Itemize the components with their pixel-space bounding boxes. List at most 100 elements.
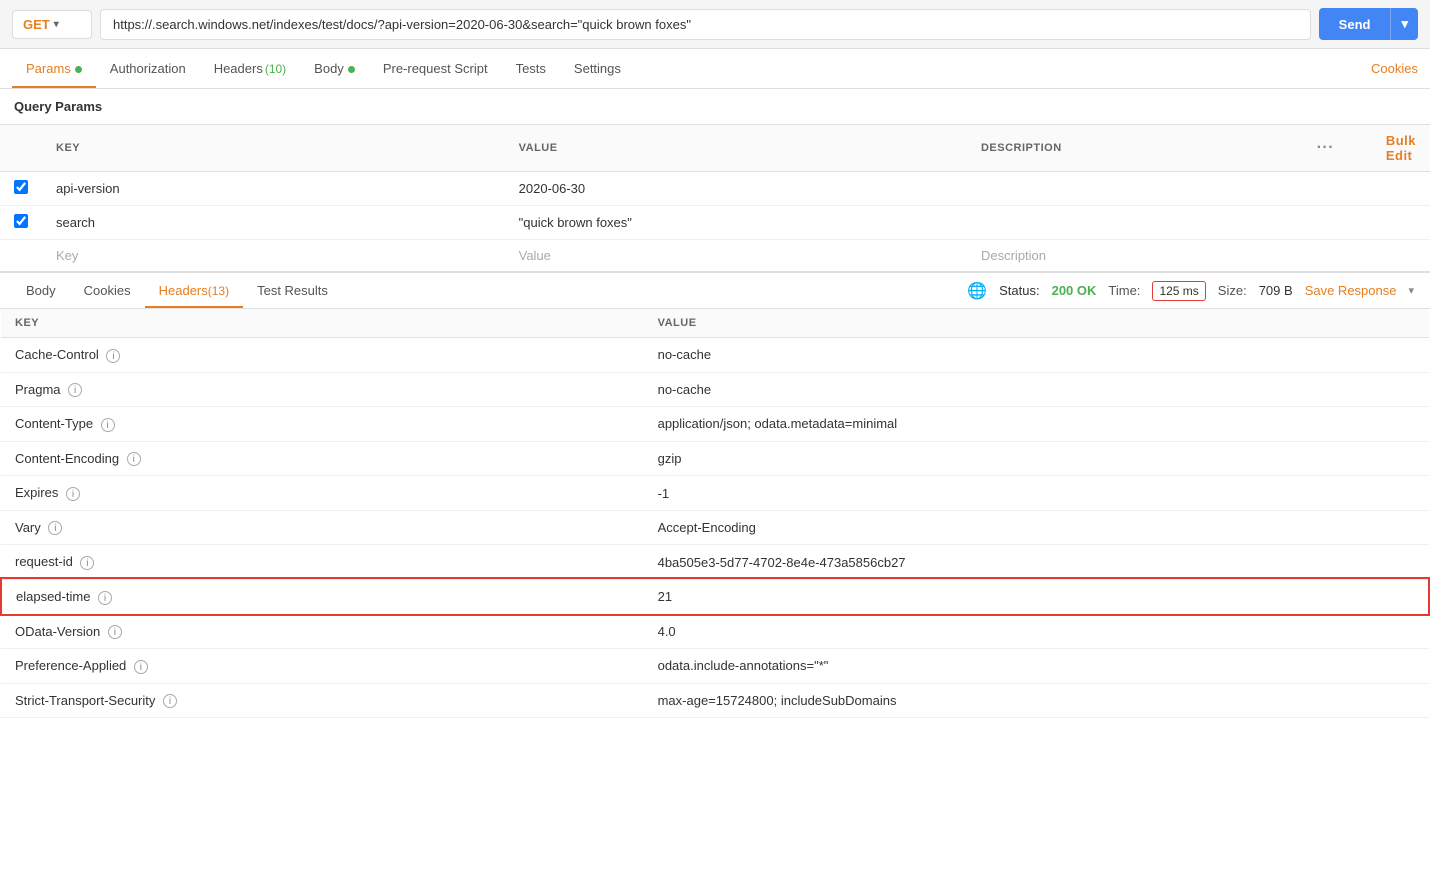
send-button[interactable]: Send ▾ <box>1319 8 1418 40</box>
header-key-4: Expires i <box>1 476 644 511</box>
status-label: Status: <box>999 283 1039 298</box>
param-desc-placeholder[interactable]: Description <box>967 240 1303 272</box>
info-icon-10[interactable]: i <box>163 694 177 708</box>
header-value-3: gzip <box>644 441 1429 476</box>
header-value-1: no-cache <box>644 372 1429 407</box>
more-options-icon[interactable]: ··· <box>1317 139 1334 156</box>
save-response-arrow[interactable]: ▾ <box>1408 284 1414 297</box>
th-actions: ··· <box>1303 125 1372 172</box>
send-label: Send <box>1319 9 1391 40</box>
param-desc-1[interactable] <box>967 172 1303 206</box>
header-value-11: Thu, 04 Mar 2021 00:43:30 GMT <box>644 718 1429 729</box>
header-value-7: 21 <box>644 579 1429 614</box>
param-value-2[interactable]: "quick brown foxes" <box>505 206 967 240</box>
tab-authorization[interactable]: Authorization <box>96 49 200 88</box>
info-icon-1[interactable]: i <box>68 383 82 397</box>
header-key-0: Cache-Control i <box>1 338 644 373</box>
header-key-1: Pragma i <box>1 372 644 407</box>
size-label: Size: <box>1218 283 1247 298</box>
info-icon-0[interactable]: i <box>106 349 120 363</box>
header-value-6: 4ba505e3-5d77-4702-8e4e-473a5856cb27 <box>644 545 1429 580</box>
param-row-1: api-version 2020-06-30 <box>0 172 1430 206</box>
header-key-5: Vary i <box>1 510 644 545</box>
th-key: KEY <box>42 125 505 172</box>
info-icon-4[interactable]: i <box>66 487 80 501</box>
header-key-9: Preference-Applied i <box>1 649 644 684</box>
query-params-table: KEY VALUE DESCRIPTION ··· Bulk Edit api-… <box>0 124 1430 271</box>
param-checkbox-1[interactable] <box>14 180 28 194</box>
time-value: 125 ms <box>1152 281 1205 301</box>
info-icon-7[interactable]: i <box>98 591 112 605</box>
header-key-3: Content-Encoding i <box>1 441 644 476</box>
resp-tab-headers[interactable]: Headers(13) <box>145 273 243 308</box>
url-bar: GET ▾ Send ▾ <box>0 0 1430 49</box>
info-icon-5[interactable]: i <box>48 521 62 535</box>
header-key-8: OData-Version i <box>1 614 644 649</box>
header-row-3: Content-Encoding i gzip <box>1 441 1429 476</box>
info-icon-9[interactable]: i <box>134 660 148 674</box>
th-checkbox <box>0 125 42 172</box>
th-value: VALUE <box>505 125 967 172</box>
size-value: 709 B <box>1259 283 1293 298</box>
header-row-7: elapsed-time i 21 <box>1 579 1429 614</box>
header-row-6: request-id i 4ba505e3-5d77-4702-8e4e-473… <box>1 545 1429 580</box>
method-label: GET <box>23 17 50 32</box>
info-icon-3[interactable]: i <box>127 452 141 466</box>
params-dot <box>75 66 82 73</box>
globe-icon: 🌐 <box>967 281 987 301</box>
header-row-1: Pragma i no-cache <box>1 372 1429 407</box>
header-key-10: Strict-Transport-Security i <box>1 683 644 718</box>
header-row-4: Expires i -1 <box>1 476 1429 511</box>
resp-th-value: VALUE <box>644 309 1429 338</box>
header-row-8: OData-Version i 4.0 <box>1 614 1429 649</box>
tab-prerequest[interactable]: Pre-request Script <box>369 49 502 88</box>
save-response-button[interactable]: Save Response <box>1305 283 1397 298</box>
param-row-2: search "quick brown foxes" <box>0 206 1430 240</box>
method-dropdown[interactable]: GET ▾ <box>12 10 92 39</box>
header-value-5: Accept-Encoding <box>644 510 1429 545</box>
response-headers-container: KEY VALUE Cache-Control i no-cache Pragm… <box>0 309 1430 729</box>
tab-tests[interactable]: Tests <box>502 49 560 88</box>
info-icon-6[interactable]: i <box>80 556 94 570</box>
tab-settings[interactable]: Settings <box>560 49 635 88</box>
header-value-8: 4.0 <box>644 614 1429 649</box>
th-bulk-edit[interactable]: Bulk Edit <box>1372 125 1430 172</box>
header-row-0: Cache-Control i no-cache <box>1 338 1429 373</box>
param-key-placeholder[interactable]: Key <box>42 240 505 272</box>
header-row-2: Content-Type i application/json; odata.m… <box>1 407 1429 442</box>
resp-tab-cookies[interactable]: Cookies <box>70 273 145 308</box>
chevron-down-icon: ▾ <box>54 19 59 30</box>
cookies-link[interactable]: Cookies <box>1371 49 1418 88</box>
send-arrow-icon[interactable]: ▾ <box>1390 8 1418 40</box>
header-key-2: Content-Type i <box>1 407 644 442</box>
resp-tab-testresults[interactable]: Test Results <box>243 273 342 308</box>
param-key-1[interactable]: api-version <box>42 172 505 206</box>
response-meta: 🌐 Status: 200 OK Time: 125 ms Size: 709 … <box>967 281 1418 301</box>
param-desc-2[interactable] <box>967 206 1303 240</box>
header-value-0: no-cache <box>644 338 1429 373</box>
header-row-10: Strict-Transport-Security i max-age=1572… <box>1 683 1429 718</box>
param-key-2[interactable]: search <box>42 206 505 240</box>
param-checkbox-2[interactable] <box>14 214 28 228</box>
request-tabs: Params Authorization Headers(10) Body Pr… <box>0 49 1430 89</box>
body-dot <box>348 66 355 73</box>
response-tabs: Body Cookies Headers(13) Test Results 🌐 … <box>0 271 1430 309</box>
header-key-6: request-id i <box>1 545 644 580</box>
param-value-1[interactable]: 2020-06-30 <box>505 172 967 206</box>
header-row-11: Date i Thu, 04 Mar 2021 00:43:30 GMT <box>1 718 1429 729</box>
resp-tab-body[interactable]: Body <box>12 273 70 308</box>
url-input[interactable] <box>100 9 1311 40</box>
header-value-2: application/json; odata.metadata=minimal <box>644 407 1429 442</box>
tab-params[interactable]: Params <box>12 49 96 88</box>
tab-headers[interactable]: Headers(10) <box>200 49 300 88</box>
time-label: Time: <box>1108 283 1140 298</box>
info-icon-8[interactable]: i <box>108 625 122 639</box>
param-value-placeholder[interactable]: Value <box>505 240 967 272</box>
param-row-placeholder: Key Value Description <box>0 240 1430 272</box>
response-headers-table: KEY VALUE Cache-Control i no-cache Pragm… <box>0 309 1430 729</box>
tab-body[interactable]: Body <box>300 49 369 88</box>
header-row-5: Vary i Accept-Encoding <box>1 510 1429 545</box>
header-row-9: Preference-Applied i odata.include-annot… <box>1 649 1429 684</box>
info-icon-2[interactable]: i <box>101 418 115 432</box>
header-key-7: elapsed-time i <box>1 579 644 614</box>
